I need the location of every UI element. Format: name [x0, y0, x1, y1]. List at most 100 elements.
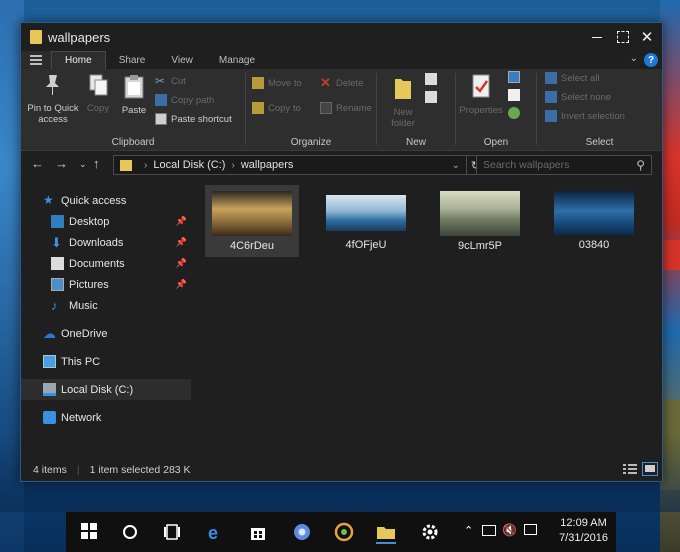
nav-item-this-pc[interactable]: This PC — [21, 351, 191, 372]
pin-icon[interactable]: 📌 — [176, 258, 187, 269]
pin-icon[interactable]: 📌 — [176, 237, 187, 248]
back-arrow-icon[interactable]: ← — [31, 156, 44, 171]
thumbnail-image — [326, 195, 406, 231]
tab-home[interactable]: Home — [51, 51, 106, 69]
show-hidden-icons-icon[interactable]: ⌃ — [464, 524, 473, 537]
select-all-button[interactable]: Select all — [545, 72, 600, 84]
open-button[interactable] — [508, 71, 524, 83]
chevron-down-icon[interactable]: ⌄ — [452, 160, 460, 171]
up-arrow-icon[interactable]: ↑ — [93, 156, 100, 171]
windows-start-icon[interactable] — [80, 522, 100, 542]
file-item[interactable]: 03840 — [547, 185, 641, 257]
edge-browser-icon[interactable]: e — [206, 522, 226, 543]
tab-manage[interactable]: Manage — [206, 51, 268, 69]
copy-icon — [89, 74, 108, 96]
history-icon — [508, 107, 520, 119]
large-icons-view-icon[interactable] — [642, 462, 658, 476]
volume-muted-icon[interactable]: 🔇 — [502, 523, 517, 537]
nav-item-onedrive[interactable]: ☁ OneDrive — [21, 323, 191, 344]
rename-button[interactable]: Rename — [320, 102, 372, 114]
details-view-icon[interactable] — [622, 462, 638, 476]
paste-button[interactable]: Paste — [117, 73, 151, 116]
file-explorer-window: wallpapers ✕ Home Share View Manage ⌄ ? … — [20, 22, 663, 482]
new-folder-button[interactable]: New folder — [385, 73, 421, 129]
file-item[interactable]: 9cLmr5P — [433, 185, 527, 257]
move-to-button[interactable]: Move to — [252, 77, 302, 89]
new-item-button[interactable] — [425, 73, 441, 85]
nav-item-music[interactable]: ♪ Music — [21, 295, 191, 316]
rename-icon — [320, 102, 332, 114]
easy-access-button[interactable] — [425, 91, 441, 103]
breadcrumb-local-disk[interactable]: Local Disk (C:) — [153, 159, 225, 171]
nav-item-documents[interactable]: Documents 📌 — [21, 253, 191, 274]
pin-icon[interactable]: 📌 — [176, 279, 187, 290]
nav-item-network[interactable]: Network — [21, 407, 191, 428]
ribbon: Pin to Quick access Copy Paste ✂ Cut Cop… — [21, 69, 662, 151]
invert-selection-button[interactable]: Invert selection — [545, 110, 625, 122]
edit-button[interactable] — [508, 89, 524, 101]
tab-share[interactable]: Share — [106, 51, 159, 69]
clock[interactable]: 12:09 AM 7/31/2016 — [559, 516, 608, 546]
cortana-icon[interactable] — [120, 522, 140, 542]
folder-icon — [30, 30, 42, 44]
tab-view[interactable]: View — [158, 51, 206, 69]
desktop-icon — [51, 215, 64, 228]
properties-icon — [472, 74, 490, 98]
drive-icon — [43, 383, 56, 396]
invert-selection-icon — [545, 110, 557, 122]
taskbar: e ⌃ 🔇 12:09 AM 7/31/2016 — [66, 512, 616, 552]
file-item[interactable]: 4C6rDeu — [205, 185, 299, 257]
pin-to-quick-access-button[interactable]: Pin to Quick access — [25, 73, 81, 125]
file-name: 03840 — [578, 239, 610, 251]
history-button[interactable] — [508, 107, 524, 119]
document-icon — [51, 257, 64, 270]
copy-to-button[interactable]: Copy to — [252, 102, 301, 114]
thumbnail-image — [440, 191, 520, 236]
store-icon[interactable] — [248, 522, 268, 542]
move-to-icon — [252, 77, 264, 89]
select-label: Select — [585, 137, 614, 148]
nav-item-quick-access[interactable]: ★ Quick access — [21, 190, 191, 211]
svg-text:e: e — [208, 523, 218, 542]
clipboard-group: Pin to Quick access Copy Paste ✂ Cut Cop… — [21, 69, 245, 151]
select-none-button[interactable]: Select none — [545, 91, 611, 103]
address-bar[interactable]: › Local Disk (C:) › wallpapers ⌄ — [113, 155, 467, 175]
item-count: 4 items — [33, 464, 67, 476]
settings-gear-icon[interactable] — [420, 522, 440, 542]
help-icon[interactable]: ? — [644, 53, 658, 67]
paste-shortcut-icon — [155, 113, 167, 125]
paste-shortcut-button[interactable]: Paste shortcut — [155, 113, 232, 125]
copy-path-button[interactable]: Copy path — [155, 94, 214, 106]
chromium-icon[interactable] — [292, 522, 312, 542]
search-input[interactable]: Search wallpapers ⚲ — [476, 155, 652, 175]
nav-item-desktop[interactable]: Desktop 📌 — [21, 211, 191, 232]
file-item[interactable]: 4fOFjeU — [319, 185, 413, 257]
chevron-right-icon[interactable]: › — [144, 160, 147, 171]
action-center-icon[interactable] — [524, 524, 537, 535]
delete-button[interactable]: ✕ Delete — [320, 76, 363, 89]
chevron-right-icon[interactable]: › — [231, 160, 234, 171]
nav-item-local-disk[interactable]: Local Disk (C:) — [21, 379, 191, 400]
file-explorer-taskbar-icon[interactable] — [376, 522, 396, 544]
nav-item-downloads[interactable]: ⬇ Downloads 📌 — [21, 232, 191, 253]
media-app-icon[interactable] — [334, 522, 354, 542]
cut-button[interactable]: ✂ Cut — [155, 75, 186, 87]
copy-button[interactable]: Copy — [83, 73, 113, 114]
star-icon: ★ — [43, 193, 54, 207]
breadcrumb-wallpapers[interactable]: wallpapers — [241, 159, 294, 171]
close-button[interactable]: ✕ — [634, 23, 660, 51]
file-name: 4C6rDeu — [229, 240, 275, 252]
recent-locations-icon[interactable]: ⌄ — [79, 159, 87, 170]
file-menu-button[interactable] — [21, 51, 51, 69]
minimize-button[interactable] — [584, 23, 610, 51]
network-status-icon[interactable] — [482, 525, 496, 536]
expand-ribbon-icon[interactable]: ⌄ — [630, 53, 638, 64]
pin-icon[interactable]: 📌 — [176, 216, 187, 227]
nav-item-pictures[interactable]: Pictures 📌 — [21, 274, 191, 295]
forward-arrow-icon[interactable]: → — [55, 156, 68, 171]
task-view-icon[interactable] — [162, 522, 182, 542]
desktop-icon-red[interactable] — [660, 240, 680, 270]
maximize-button[interactable] — [610, 23, 636, 51]
title-bar[interactable]: wallpapers ✕ — [21, 23, 662, 51]
properties-button[interactable]: Properties — [456, 73, 506, 116]
